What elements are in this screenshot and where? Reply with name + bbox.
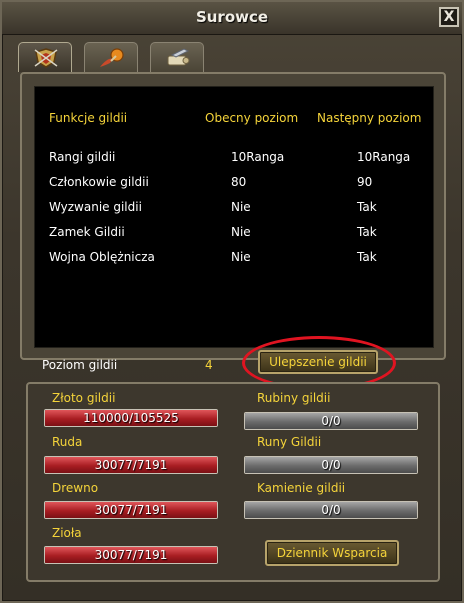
runes-bar: 0/0	[244, 456, 418, 474]
rubies-label: Rubiny gildii	[257, 391, 331, 405]
gold-bar: 110000/105525	[44, 409, 218, 427]
column-header-function: Funkcje gildii	[49, 111, 128, 125]
rubies-bar: 0/0	[244, 412, 418, 430]
row-current: Nie	[231, 250, 251, 264]
ore-value: 30077/7191	[94, 458, 168, 472]
stones-label: Kamienie gildii	[257, 481, 346, 495]
row-name: Członkowie gildii	[49, 175, 149, 189]
stones-bar: 0/0	[244, 501, 418, 519]
tab-guild-items[interactable]	[84, 42, 138, 72]
guild-functions-table: Funkcje gildii Obecny poziom Następny po…	[34, 86, 434, 348]
herbs-bar: 30077/7191	[44, 546, 218, 564]
shield-icon	[34, 48, 58, 68]
row-next: Tak	[357, 250, 377, 264]
row-name: Wojna Oblężnicza	[49, 250, 155, 264]
ore-label: Ruda	[52, 435, 83, 449]
stones-value: 0/0	[321, 503, 341, 517]
rubies-value: 0/0	[321, 414, 341, 428]
runes-value: 0/0	[321, 458, 341, 472]
gold-value: 110000/105525	[83, 411, 179, 425]
potion-icon	[100, 48, 124, 67]
row-name: Zamek Gildii	[49, 225, 125, 239]
tab-guild-info[interactable]	[18, 42, 72, 72]
guild-level-label: Poziom gildii	[42, 358, 118, 372]
herbs-label: Zioła	[52, 526, 82, 540]
row-current: 80	[231, 175, 247, 189]
row-name: Rangi gildii	[49, 150, 116, 164]
guild-functions-panel: Funkcje gildii Obecny poziom Następny po…	[20, 72, 446, 360]
row-current: 10Ranga	[231, 150, 285, 164]
ore-bar: 30077/7191	[44, 456, 218, 474]
column-header-next: Następny poziom	[317, 111, 422, 125]
window-title: Surowce	[195, 8, 269, 26]
row-current: Nie	[231, 200, 251, 214]
row-next: 90	[357, 175, 373, 189]
gold-label: Złoto gildii	[52, 391, 116, 405]
tab-guild-log[interactable]	[150, 42, 204, 72]
column-header-current: Obecny poziom	[205, 111, 299, 125]
support-log-button[interactable]: Dziennik Wsparcia	[265, 540, 399, 566]
wood-bar: 30077/7191	[44, 501, 218, 519]
wood-label: Drewno	[52, 481, 99, 495]
wood-value: 30077/7191	[94, 503, 168, 517]
guild-level-value: 4	[205, 358, 213, 372]
scroll-icon	[167, 48, 190, 66]
guild-resources-window: Surowce X Funkcje gildii Obecny poziom N…	[0, 0, 464, 603]
row-next: Tak	[357, 225, 377, 239]
row-next: 10Ranga	[357, 150, 411, 164]
close-button[interactable]: X	[439, 7, 459, 27]
title-bar[interactable]: Surowce X	[2, 2, 462, 35]
row-next: Tak	[357, 200, 377, 214]
row-name: Wyzwanie gildii	[49, 200, 142, 214]
herbs-value: 30077/7191	[94, 548, 168, 562]
runes-label: Runy Gildii	[257, 435, 322, 449]
row-current: Nie	[231, 225, 251, 239]
